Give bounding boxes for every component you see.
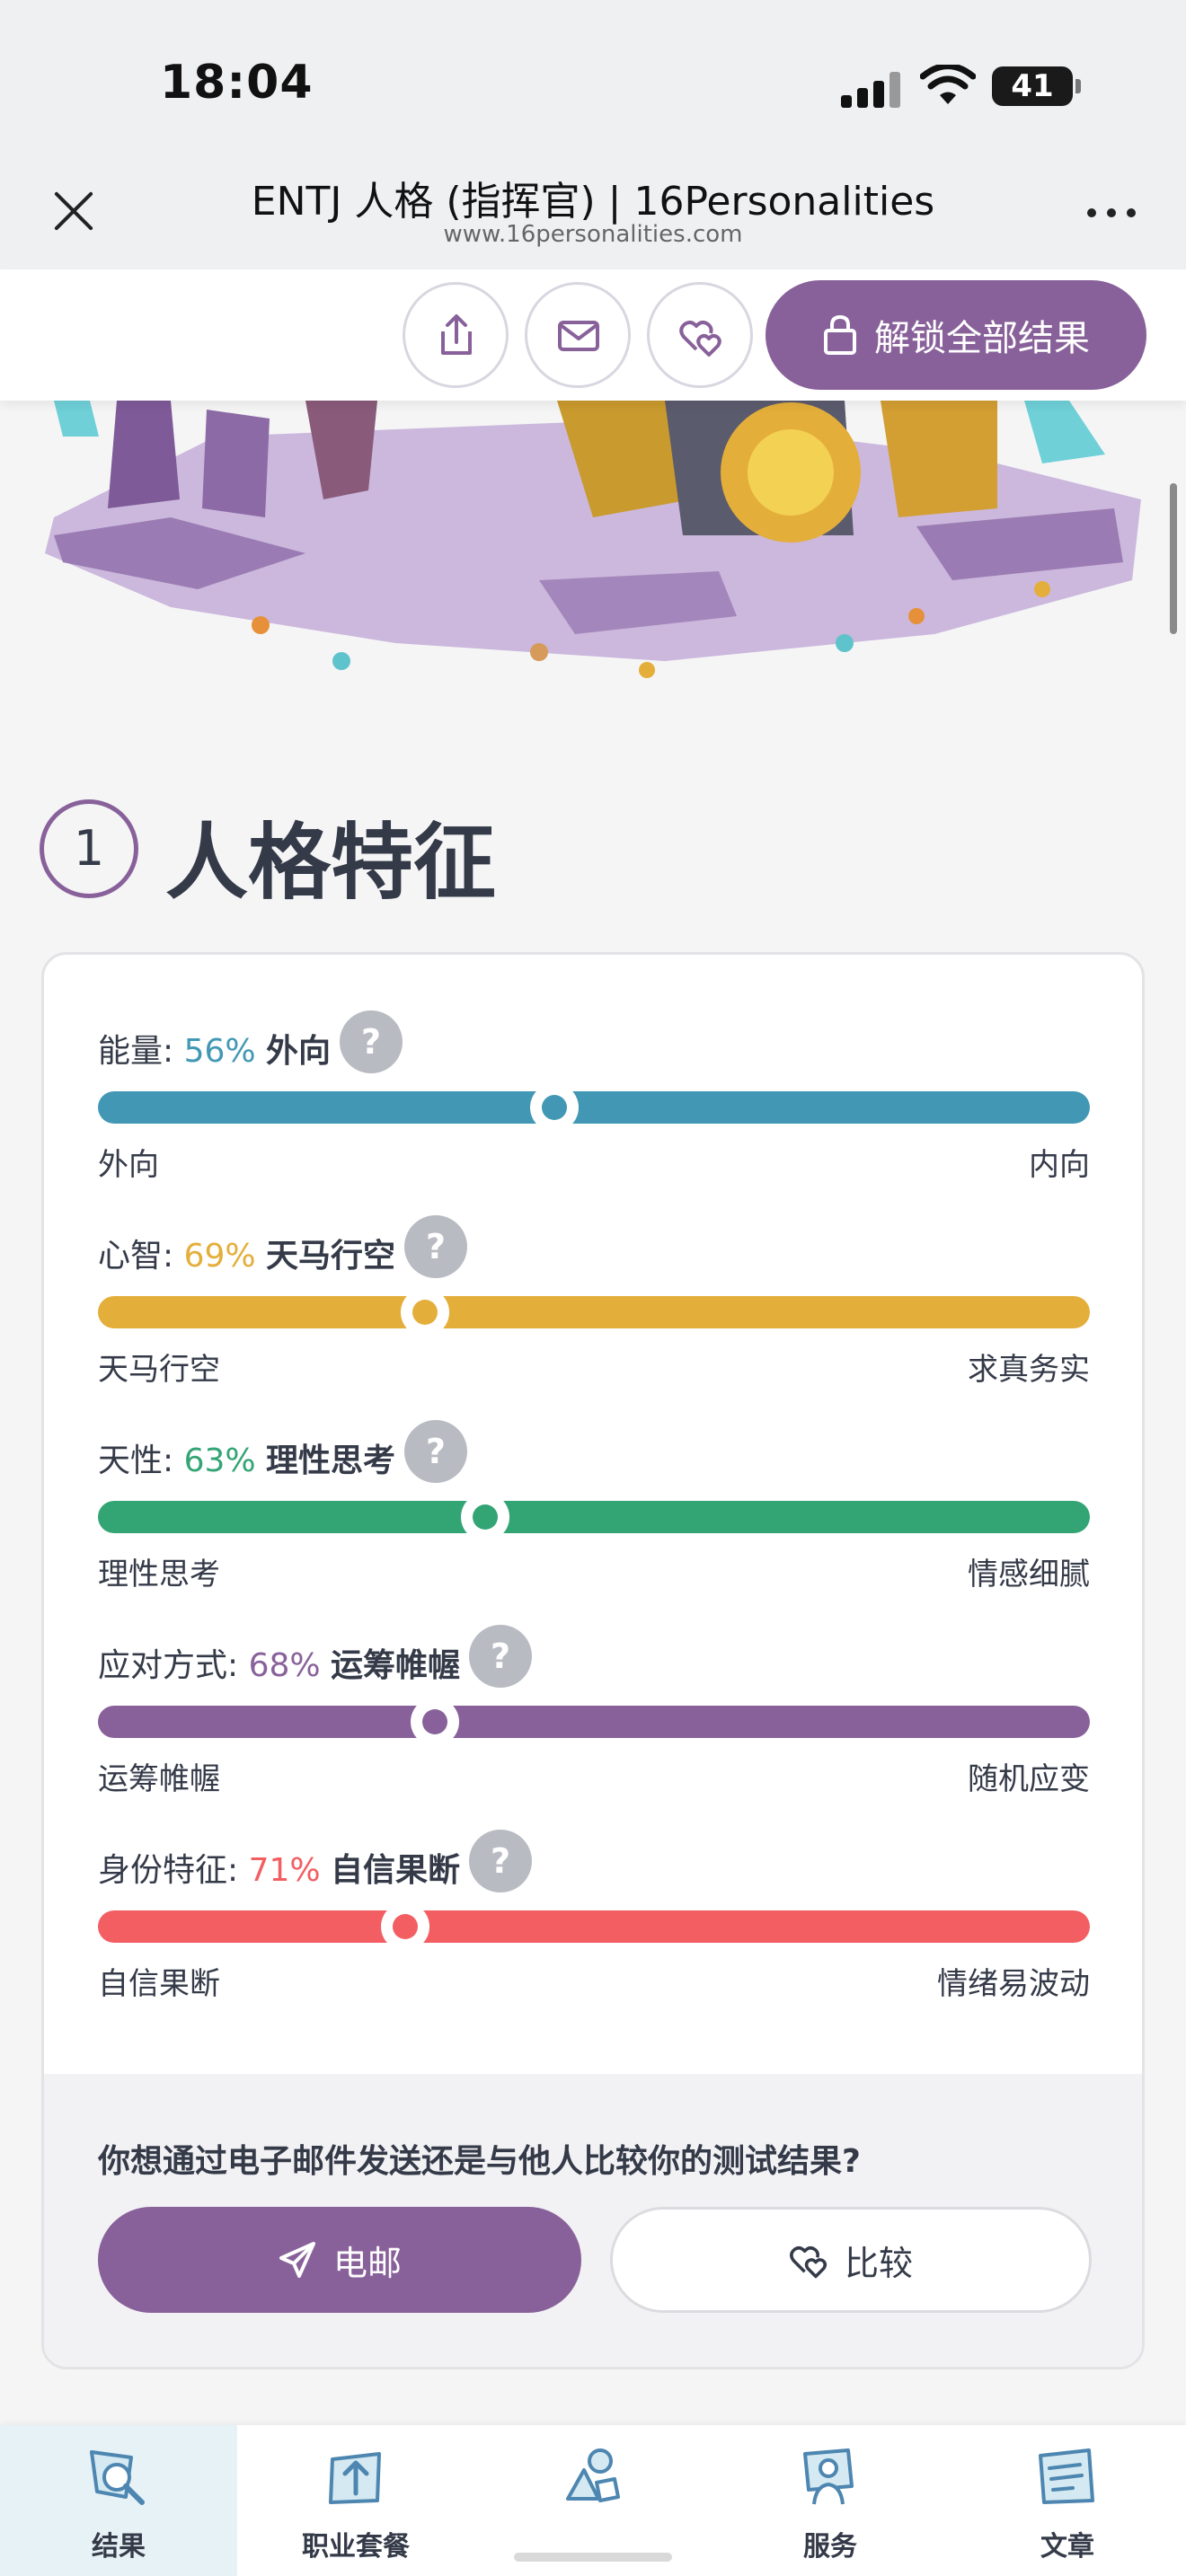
status-time: 18:04 [160,56,314,110]
share-results-panel: 你想通过电子邮件发送还是与他人比较你的测试结果? 电邮 比较 [44,2074,1142,2367]
trait-label: 天性: 63% 理性思考? [98,1420,468,1494]
trait-label: 应对方式: 68% 运筹帷幄? [98,1625,533,1698]
commander-illustration [45,401,1141,678]
compare-label: 比较 [844,2243,913,2283]
trait-label: 心智: 69% 天马行空? [98,1215,468,1289]
hearts-icon [679,320,721,357]
right-pole-label: 情感细腻 [968,1557,1090,1592]
trait-energy: 能量: 56% 外向? 外向 内向 [98,1010,1090,1183]
trait-value: 自信果断 [331,1852,461,1889]
career-icon [329,2452,381,2504]
trait-knob [381,1902,430,1951]
right-pole-label: 内向 [1029,1147,1090,1183]
page-title: ENTJ 人格 (指挥官) | 16Personalities [251,179,935,225]
nav-label: 结果 [92,2531,146,2563]
trait-label: 身份特征: 71% 自信果断? [98,1830,533,1903]
unlock-label: 解锁全部结果 [874,318,1090,359]
battery-icon: 41 [992,66,1081,106]
compare-share-button[interactable] [647,282,753,388]
nav-label: 职业套餐 [302,2531,410,2563]
services-icon [803,2448,854,2505]
help-icon[interactable]: ? [404,1420,468,1483]
trait-percent: 69% [183,1238,256,1275]
trait-percent: 56% [183,1033,256,1070]
nav-item-career[interactable]: 职业套餐 [237,2425,474,2576]
trait-knob [411,1698,460,1746]
share-button[interactable] [403,282,509,388]
nav-label: 服务 [803,2531,857,2563]
nav-item-results[interactable]: 结果 [0,2425,237,2576]
trait-knob [460,1493,509,1541]
trait-value: 理性思考 [266,1442,396,1479]
trait-label: 能量: 56% 外向? [98,1010,403,1084]
email-label: 电邮 [332,2243,402,2283]
lock-icon [824,314,856,355]
more-options-icon[interactable] [1087,205,1137,219]
trait-bar [98,1493,1090,1541]
trait-bar [98,1902,1090,1951]
wifi-icon [920,65,976,104]
help-icon[interactable]: ? [469,1830,533,1892]
nav-item-articles[interactable]: 文章 [949,2425,1186,2576]
hearts-icon [790,2245,828,2279]
trait-bar [98,1288,1090,1337]
left-pole-label: 自信果断 [98,1966,220,2002]
trait-mind: 心智: 69% 天马行空? 天马行空 求真务实 [98,1215,1090,1388]
compare-button[interactable]: 比较 [610,2207,1092,2313]
left-pole-label: 理性思考 [98,1557,220,1592]
cellular-signal-icon [841,70,904,108]
email-button[interactable]: 电邮 [98,2207,581,2313]
mail-icon [558,321,599,351]
section-number: 1 [40,799,138,898]
help-icon[interactable]: ? [340,1010,403,1073]
close-icon[interactable] [50,189,95,234]
articles-icon [1039,2448,1094,2504]
trait-value: 天马行空 [266,1238,396,1275]
left-pole-label: 运筹帷幄 [98,1761,220,1797]
nav-label: 文章 [1040,2531,1094,2563]
unlock-all-results-button[interactable]: 解锁全部结果 [766,280,1146,390]
help-icon[interactable]: ? [404,1215,468,1278]
scrollbar[interactable] [1170,483,1177,634]
right-pole-label: 情绪易波动 [937,1966,1090,2002]
traits-card: 能量: 56% 外向? 外向 内向 心智: 69% 天马行空? 天马行空 求真务… [41,952,1145,2369]
right-pole-label: 随机应变 [968,1761,1090,1797]
trait-percent: 63% [183,1442,256,1479]
shapes-icon [566,2448,620,2502]
trait-knob [529,1083,579,1132]
trait-identity: 身份特征: 71% 自信果断? 自信果断 情绪易波动 [98,1830,1090,2002]
trait-bar [98,1698,1090,1746]
share-question: 你想通过电子邮件发送还是与他人比较你的测试结果? [98,2143,861,2180]
share-icon [441,314,472,355]
help-icon[interactable]: ? [469,1625,533,1688]
results-icon [90,2450,145,2505]
nav-item-services[interactable]: 服务 [712,2425,949,2576]
trait-value: 外向 [266,1033,332,1070]
trait-tactics: 应对方式: 68% 运筹帷幄? 运筹帷幄 随机应变 [98,1625,1090,1797]
left-pole-label: 天马行空 [98,1352,220,1388]
trait-bar [98,1083,1090,1132]
left-pole-label: 外向 [98,1147,159,1183]
page-url: www.16personalities.com [443,221,743,248]
trait-percent: 71% [248,1852,321,1889]
trait-knob [401,1288,450,1337]
home-indicator [514,2553,672,2562]
trait-percent: 68% [248,1647,321,1684]
trait-nature: 天性: 63% 理性思考? 理性思考 情感细腻 [98,1420,1090,1592]
browser-header: 18:04 41 ENTJ 人格 (指挥官) | 16Personalities… [0,0,1186,269]
section-title: 人格特征 [165,815,497,911]
right-pole-label: 求真务实 [968,1352,1090,1388]
action-bar: 解锁全部结果 [0,269,1186,401]
paper-plane-icon [279,2242,315,2278]
email-share-button[interactable] [525,282,631,388]
trait-value: 运筹帷幄 [331,1647,461,1684]
